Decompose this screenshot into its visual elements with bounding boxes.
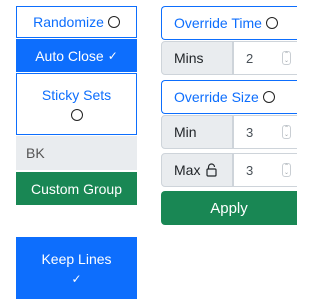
override-time-label: Override Time — [174, 15, 262, 31]
mins-label: Mins — [161, 41, 233, 75]
apply-label: Apply — [210, 199, 248, 217]
max-value: 3 — [246, 162, 254, 178]
mins-value: 2 — [246, 50, 254, 66]
radio-circle-icon[interactable] — [265, 17, 278, 29]
min-value: 3 — [246, 124, 254, 140]
override-time-toggle[interactable]: Override Time — [161, 6, 297, 40]
radio-circle-icon[interactable] — [107, 16, 120, 28]
spinner-arrows-icon[interactable]: ⌃ ⌄ — [282, 125, 291, 139]
max-label-text: Max — [174, 162, 201, 178]
max-input[interactable]: 3 ⌃ ⌄ — [233, 153, 297, 187]
auto-close-label: Auto Close — [35, 47, 104, 64]
check-icon: ✓ — [71, 272, 82, 286]
mins-input[interactable]: 2 ⌃ ⌄ — [233, 41, 297, 75]
spinner-arrows-icon[interactable]: ⌃ ⌄ — [282, 163, 291, 177]
bk-label-text: BK — [26, 145, 45, 161]
radio-circle-icon[interactable] — [262, 91, 275, 103]
control-panel: Randomize Auto Close ✓ Sticky Sets BK Cu… — [0, 0, 297, 305]
mins-label-text: Mins — [174, 50, 204, 66]
check-icon: ✓ — [107, 48, 118, 63]
bk-label: BK — [16, 136, 137, 170]
keep-lines-label: Keep Lines — [41, 251, 112, 267]
max-label: Max — [161, 153, 233, 187]
override-size-toggle[interactable]: Override Size — [161, 80, 297, 114]
sticky-sets-label: Sticky Sets — [41, 87, 112, 103]
min-input[interactable]: 3 ⌃ ⌄ — [233, 115, 297, 149]
lock-icon — [206, 163, 218, 177]
radio-circle-icon[interactable] — [70, 109, 83, 121]
override-size-label: Override Size — [174, 89, 259, 105]
randomize-label: Randomize — [33, 14, 104, 30]
min-label: Min — [161, 115, 233, 149]
custom-group-label: Custom Group — [30, 180, 123, 197]
apply-button[interactable]: Apply — [161, 191, 297, 225]
custom-group-button[interactable]: Custom Group — [16, 172, 137, 205]
keep-lines-toggle[interactable]: Keep Lines ✓ — [16, 237, 137, 299]
randomize-toggle[interactable]: Randomize — [16, 6, 137, 38]
auto-close-toggle[interactable]: Auto Close ✓ — [16, 39, 137, 72]
spinner-arrows-icon[interactable]: ⌃ ⌄ — [282, 51, 291, 65]
min-label-text: Min — [174, 124, 197, 140]
sticky-sets-toggle[interactable]: Sticky Sets — [16, 73, 137, 135]
